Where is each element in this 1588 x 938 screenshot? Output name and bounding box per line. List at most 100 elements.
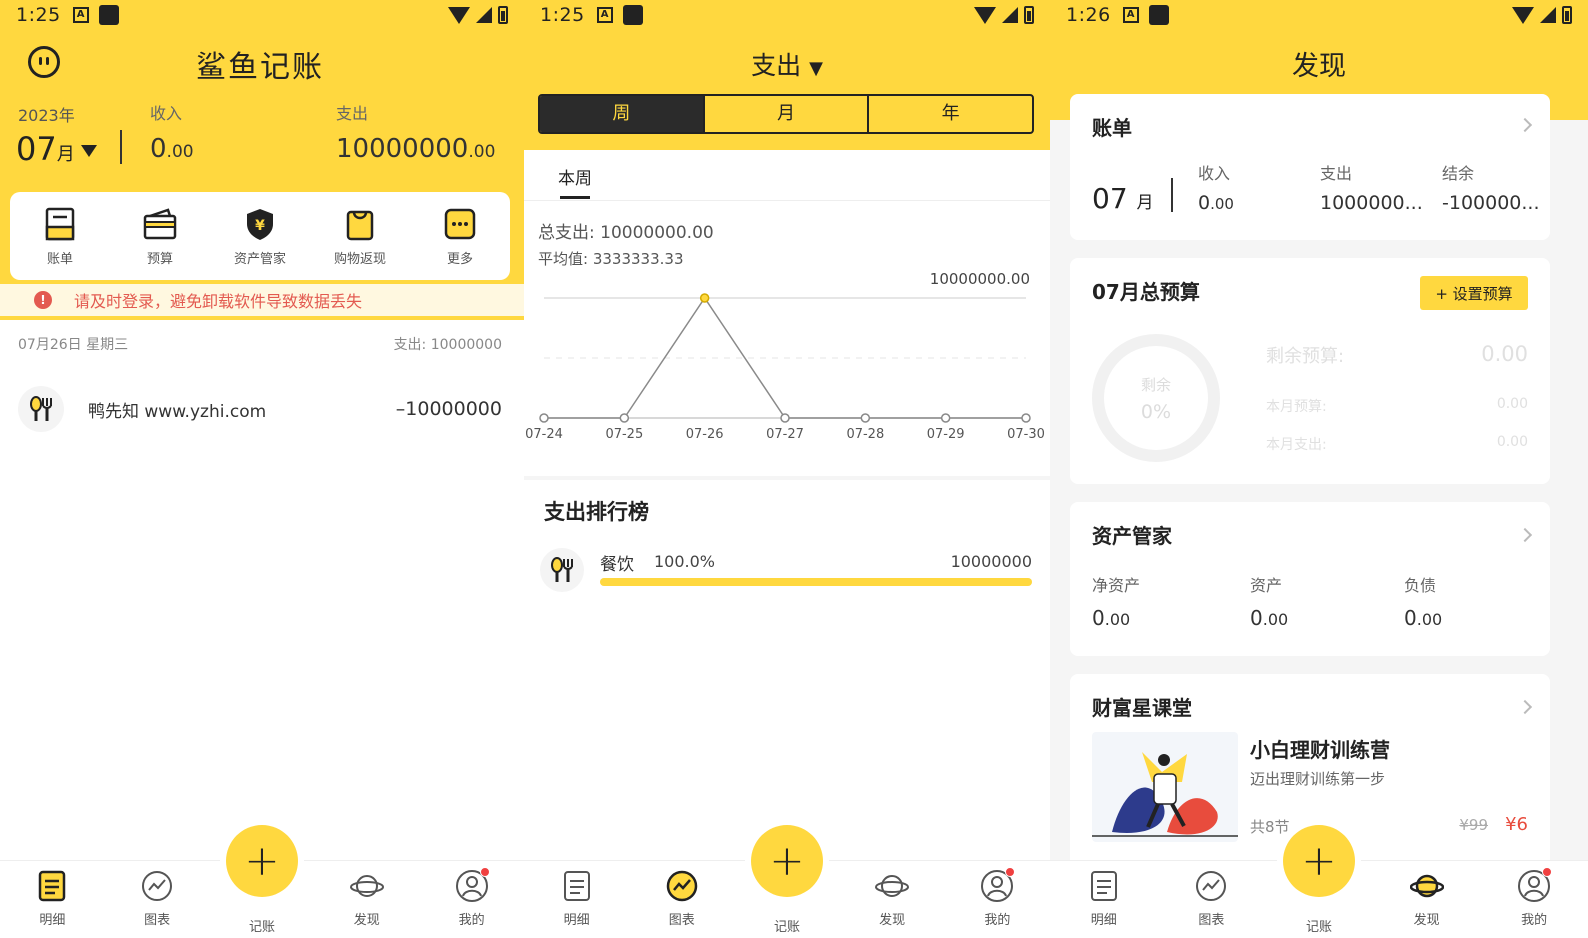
- charts-header: 1:25 A 支出 ▼ 周 月 年: [524, 0, 1050, 150]
- month-value: 07: [16, 130, 57, 168]
- wifi-icon: [1512, 6, 1534, 24]
- shortcut-budget[interactable]: 预算: [115, 206, 205, 267]
- tab-add-record[interactable]: + 记账: [1279, 825, 1359, 938]
- tab-details[interactable]: 明细: [12, 869, 92, 928]
- tab-charts[interactable]: 图表: [117, 869, 197, 928]
- debt-value: 0.00: [1404, 606, 1443, 630]
- status-time: 1:25: [16, 4, 61, 26]
- income-value: 0.00: [150, 134, 194, 164]
- ring-value: 0%: [1140, 400, 1172, 423]
- food-icon: [30, 396, 52, 421]
- tab-me[interactable]: 我的: [432, 867, 512, 928]
- assets-value: 0.00: [1250, 606, 1289, 630]
- battery-icon: [498, 6, 508, 24]
- shortcut-more[interactable]: 更多: [415, 206, 505, 267]
- total-expense: 总支出: 10000000.00: [538, 223, 714, 243]
- shortcut-cashback[interactable]: 购物返现: [315, 206, 405, 267]
- course-lesson-count: 共8节: [1250, 818, 1290, 836]
- phone-screen-details: 1:25 A 鲨鱼记账 2023年 07月 收入 0.00 支出 1000000…: [0, 0, 524, 938]
- bill-month: 07 月: [1092, 182, 1154, 215]
- set-budget-button[interactable]: + 设置预算: [1420, 276, 1528, 310]
- shortcut-bill[interactable]: 账单: [15, 206, 105, 267]
- course-illustration: [1092, 732, 1238, 842]
- tab-me[interactable]: 我的: [957, 867, 1037, 928]
- tab-this-week[interactable]: 本周: [558, 164, 592, 189]
- ring-label: 剩余: [1140, 375, 1171, 394]
- phone-screen-charts: 1:25 A 支出 ▼ 周 月 年 本周 总支出: 10000000.00 平均…: [524, 0, 1050, 938]
- segment-month[interactable]: 月: [702, 96, 868, 132]
- tab-discover[interactable]: 发现: [852, 869, 932, 928]
- list-icon: [1090, 871, 1117, 901]
- course-illustration-art: [1092, 752, 1238, 837]
- shortcut-assets[interactable]: ¥ 资产管家: [215, 206, 305, 267]
- caret-down-icon: ▼: [809, 58, 823, 79]
- shortcut-card: 账单 预算 ¥ 资产管家 购物返现 更多: [10, 192, 510, 280]
- type-dropdown-label: 支出: [751, 51, 802, 80]
- tab-discover[interactable]: 发现: [1387, 869, 1467, 928]
- divider: [524, 200, 1050, 201]
- phone-screen-discover: 1:26 A 发现 账单 07 月 收入 0.00 支出 1000000... …: [1050, 0, 1588, 938]
- record-amount: –10000000: [395, 398, 502, 420]
- bill-income-value: 0.00: [1198, 192, 1234, 214]
- tab-details[interactable]: 明细: [537, 869, 617, 928]
- net-assets-value: 0.00: [1092, 606, 1131, 630]
- tab-charts[interactable]: 图表: [642, 869, 722, 928]
- rank-percent: 100.0%: [654, 552, 716, 571]
- year-label[interactable]: 2023年: [18, 102, 75, 126]
- data-point: [860, 413, 871, 423]
- line-chart: 07-24 07-25 07-26 07-27 07-28 07-29 07-30: [525, 293, 1045, 442]
- list-icon: [39, 870, 66, 902]
- x-tick-label: 07-29: [927, 427, 965, 442]
- tab-details[interactable]: 明细: [1064, 869, 1144, 928]
- status-time: 1:26: [1066, 4, 1111, 26]
- tab-add-record[interactable]: + 记账: [747, 825, 827, 938]
- x-tick-label: 07-26: [686, 427, 724, 442]
- tab-discover[interactable]: 发现: [327, 869, 407, 928]
- bill-card[interactable]: 账单 07 月 收入 0.00 支出 1000000... 结余 -100000…: [1070, 94, 1550, 240]
- login-warning[interactable]: ! 请及时登录，避免卸载软件导致数据丢失: [0, 284, 524, 316]
- signal-icon: [1540, 7, 1556, 23]
- segment-week[interactable]: 周: [540, 96, 703, 132]
- data-point: [619, 413, 630, 423]
- list-item[interactable]: 鸭先知 www.yzhi.com –10000000: [18, 384, 502, 434]
- assets-label: 资产: [1250, 576, 1283, 595]
- assets-card[interactable]: 资产管家 净资产 0.00 资产 0.00 负债 0.00: [1070, 502, 1550, 656]
- svg-text:¥: ¥: [255, 218, 265, 234]
- month-unit: 月: [56, 144, 75, 165]
- shopping-bag-icon: [346, 210, 374, 240]
- income-label: 收入: [150, 104, 183, 123]
- segment-year[interactable]: 年: [867, 96, 1032, 132]
- chart-icon: [666, 870, 698, 902]
- bill-expense-label: 支出: [1320, 164, 1353, 183]
- divider: [120, 130, 122, 164]
- period-segmented-control: 周 月 年: [538, 94, 1034, 134]
- details-header: 1:25 A 鲨鱼记账 2023年 07月 收入 0.00 支出 1000000…: [0, 0, 524, 320]
- warning-icon: !: [34, 291, 52, 309]
- wifi-icon: [448, 6, 470, 24]
- tab-add-record[interactable]: + 记账: [222, 825, 302, 938]
- x-tick-label: 07-25: [605, 427, 643, 442]
- x-tick-label: 07-24: [525, 427, 563, 442]
- wallet-icon: [143, 207, 177, 239]
- status-a-icon: A: [1122, 7, 1139, 23]
- expense-label: 支出: [336, 104, 369, 123]
- assets-title: 资产管家: [1092, 524, 1172, 548]
- day-label: 07月26日 星期三: [18, 337, 129, 353]
- status-a-icon: A: [72, 7, 89, 23]
- data-point: [940, 413, 951, 423]
- status-bar: 1:26 A: [1050, 0, 1588, 30]
- tab-bar: 明细 图表 + 记账 发现 我的: [0, 825, 524, 938]
- signal-icon: [1002, 7, 1018, 23]
- type-dropdown[interactable]: 支出 ▼: [524, 46, 1050, 82]
- tab-charts[interactable]: 图表: [1171, 869, 1251, 928]
- course-subtitle: 迈出理财训练第一步: [1250, 770, 1386, 788]
- month-picker[interactable]: 07月: [16, 130, 97, 168]
- rank-category[interactable]: 餐饮: [600, 550, 634, 575]
- debt-label: 负债: [1404, 576, 1437, 595]
- planet-icon: [349, 875, 384, 897]
- face-icon[interactable]: [28, 46, 60, 78]
- shield-yen-icon: ¥: [247, 208, 273, 240]
- month-expense: 本月支出: 0.00: [1266, 434, 1528, 453]
- ranking-title: 支出排行榜: [544, 500, 649, 524]
- tab-me[interactable]: 我的: [1494, 867, 1574, 928]
